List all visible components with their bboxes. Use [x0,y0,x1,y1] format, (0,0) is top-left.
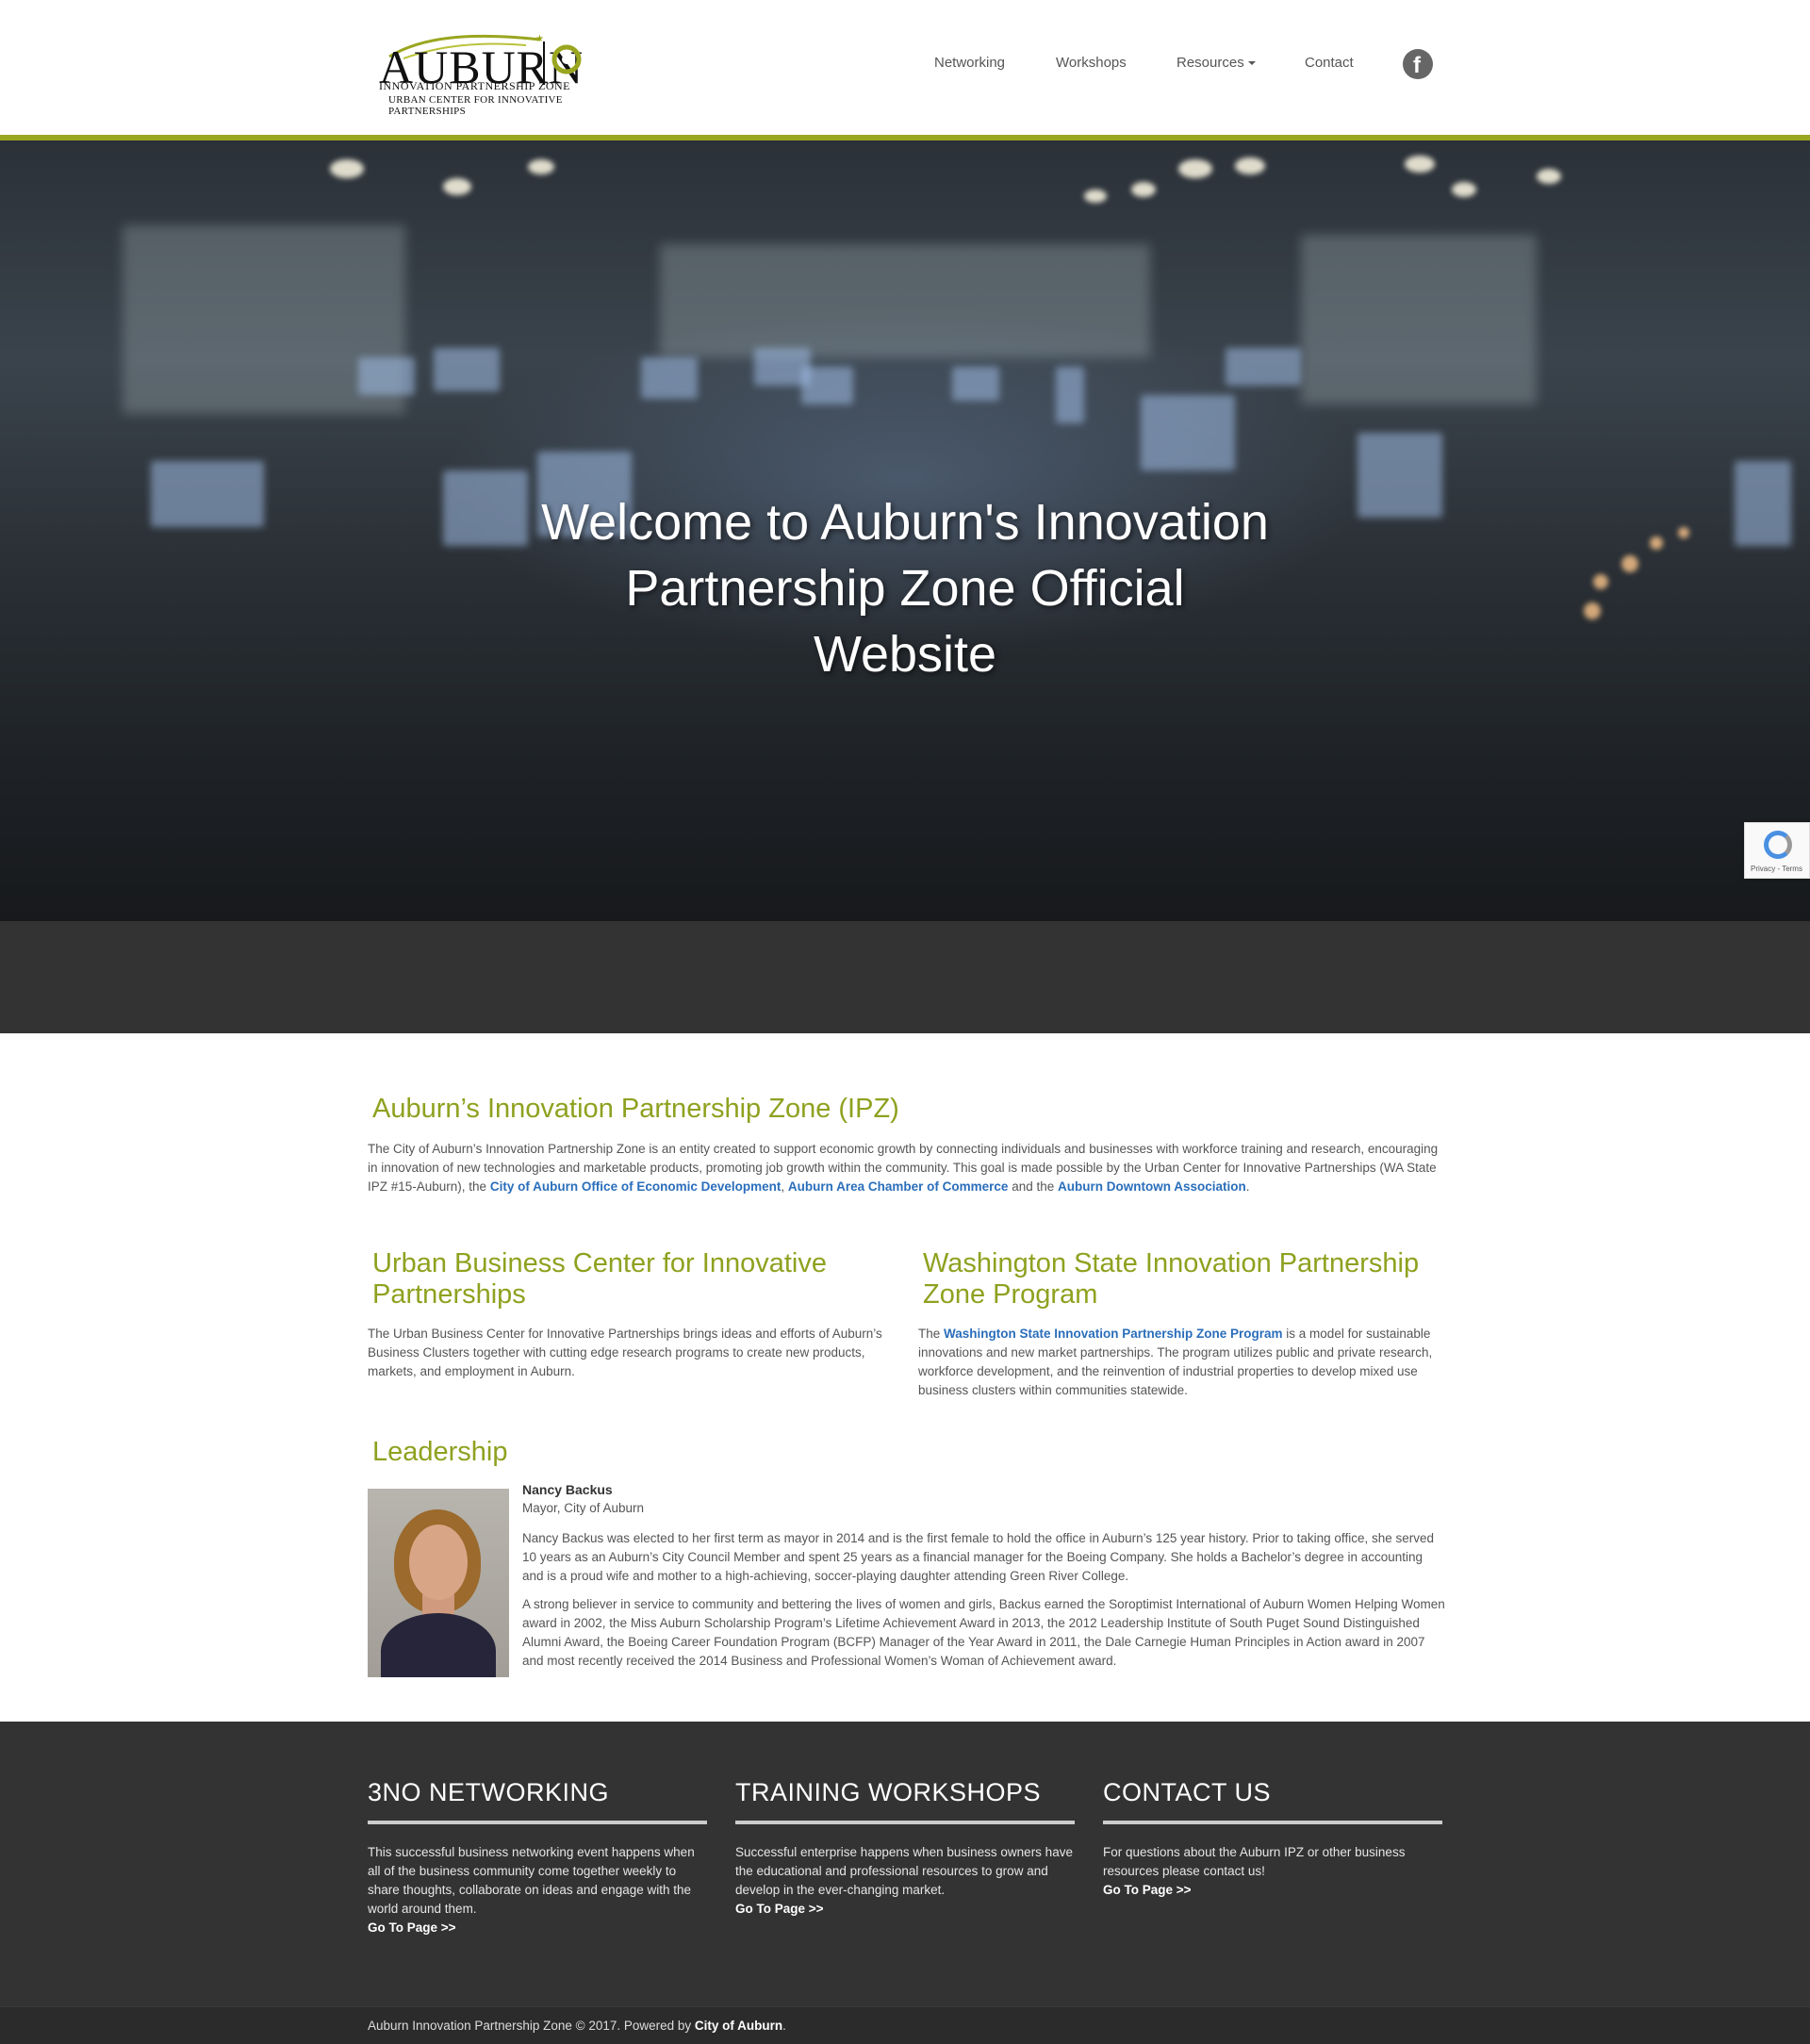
recaptcha-badge[interactable]: Privacy - Terms [1744,822,1810,879]
link-wa-ipz-program[interactable]: Washington State Innovation Partnership … [944,1327,1283,1341]
ipz-separator: , [781,1179,788,1194]
wsi-heading: Washington State Innovation Partnership … [923,1248,1420,1310]
footer-contact: CONTACT US For questions about the Aubur… [1103,1778,1442,1900]
footer-contact-title: CONTACT US [1103,1778,1272,1806]
footer-workshops: TRAINING WORKSHOPS Successful enterprise… [735,1778,1075,1919]
nav-resources-dropdown[interactable]: Resources [1176,55,1256,77]
nav-contact-link[interactable]: Contact [1305,55,1354,71]
footer-workshops-text: Successful enterprise happens when busin… [735,1845,1073,1897]
link-chamber-of-commerce[interactable]: Auburn Area Chamber of Commerce [788,1179,1009,1194]
leader-role: Mayor, City of Auburn [522,1501,645,1515]
hero-bottom-band [0,921,1810,1033]
footer-networking-link[interactable]: Go To Page >> [368,1919,707,1937]
leader-name: Nancy Backus [522,1482,613,1497]
nav-workshops[interactable]: Workshops [1056,55,1127,77]
link-economic-development[interactable]: City of Auburn Office of Economic Develo… [490,1179,782,1194]
site-header: ★ AUBURN INNOVATION PARTNERSHIP ZONE URB… [0,0,1810,135]
wsi-description: The Washington State Innovation Partners… [918,1325,1446,1400]
ipz-end: . [1245,1179,1250,1194]
link-city-of-auburn[interactable]: City of Auburn [695,2019,782,2033]
nav-contact[interactable]: Contact [1305,55,1354,77]
nav-networking[interactable]: Networking [934,55,1005,77]
link-downtown-association[interactable]: Auburn Downtown Association [1058,1179,1246,1194]
ipz-heading: Auburn’s Innovation Partnership Zone (IP… [372,1094,899,1124]
ipz-and: and the [1008,1179,1058,1194]
leader-photo [368,1489,509,1677]
hero-banner: Welcome to Auburn's Innovation Partnersh… [0,140,1810,921]
footer-divider [1103,1821,1442,1824]
caret-down-icon [1247,61,1256,66]
nav-networking-link[interactable]: Networking [934,55,1005,71]
ubc-description: The Urban Business Center for Innovative… [368,1327,882,1378]
copyright-end: . [782,2019,786,2033]
ubc-heading: Urban Business Center for Innovative Par… [372,1248,827,1310]
nav-workshops-link[interactable]: Workshops [1056,55,1127,71]
logo-subtitle: URBAN CENTER FOR INNOVATIVE PARTNERSHIPS [388,94,563,117]
copyright-label: Auburn Innovation Partnership Zone © 201… [368,2019,695,2033]
footer-contact-text: For questions about the Auburn IPZ or ot… [1103,1845,1406,1878]
footer-divider [735,1821,1075,1824]
facebook-icon[interactable]: f [1403,49,1433,79]
leadership-heading: Leadership [372,1437,508,1467]
footer-networking: 3NO NETWORKING This successful business … [368,1778,707,1937]
logo-gear-icon [551,44,582,74]
footer-workshops-title: TRAINING WORKSHOPS [735,1778,1042,1806]
footer-workshops-link[interactable]: Go To Page >> [735,1900,1075,1919]
recaptcha-icon [1764,831,1792,859]
wsi-text-before: The [918,1327,945,1341]
footer-networking-text: This successful business networking even… [368,1845,695,1916]
logo-tagline: INNOVATION PARTNERSHIP ZONE [379,79,571,92]
leader-bio-1: Nancy Backus was elected to her first te… [522,1531,1434,1583]
footer-contact-link[interactable]: Go To Page >> [1103,1881,1442,1900]
copyright-text: Auburn Innovation Partnership Zone © 201… [368,2019,786,2033]
nav-resources-link[interactable]: Resources [1176,55,1244,71]
footer-divider [368,1821,707,1824]
auburn-logo[interactable]: ★ AUBURN INNOVATION PARTNERSHIP ZONE URB… [366,23,606,117]
copyright-bar: Auburn Innovation Partnership Zone © 201… [0,2006,1810,2044]
footer-networking-title: 3NO NETWORKING [368,1778,610,1806]
recaptcha-terms[interactable]: Privacy - Terms [1751,865,1802,873]
hero-title: Welcome to Auburn's Innovation Partnersh… [541,494,1269,683]
leader-bio-2: A strong believer in service to communit… [522,1597,1445,1668]
ipz-description: The City of Auburn’s Innovation Partners… [368,1140,1442,1196]
